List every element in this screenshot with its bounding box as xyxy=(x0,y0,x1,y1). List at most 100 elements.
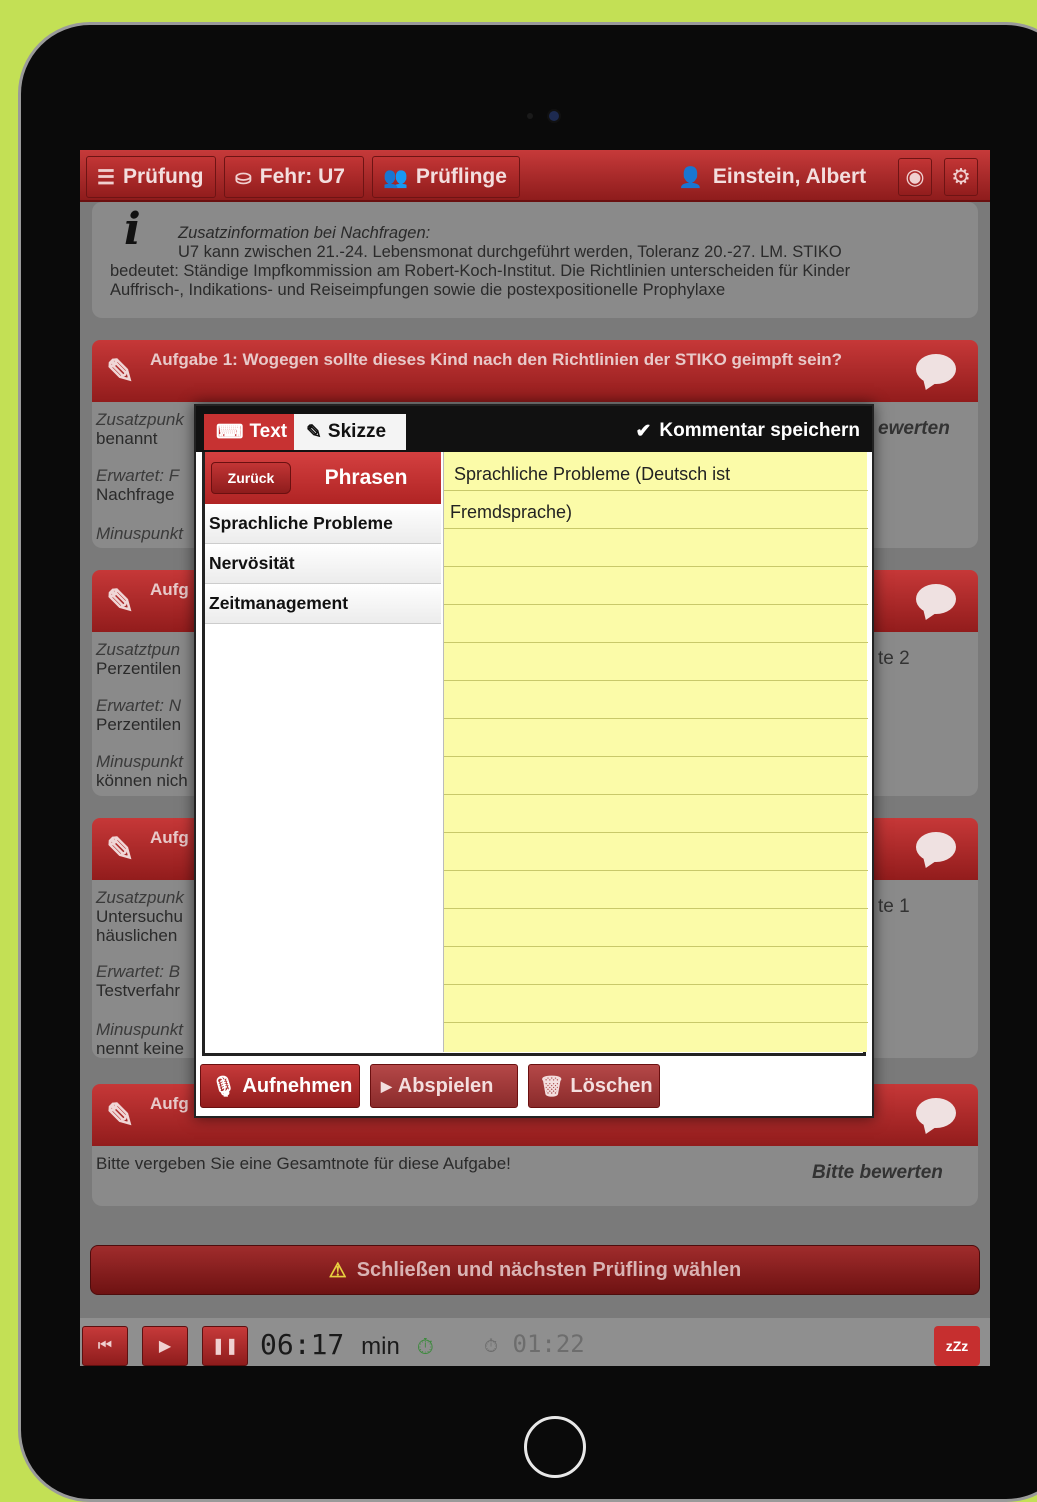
task-erwartet: Erwartet: N Perzentilen xyxy=(96,696,182,734)
phrases-list: Sprachliche Probleme Nervösität Zeitmana… xyxy=(205,504,441,624)
note-text: Sprachliche Probleme (Deutsch ist xyxy=(454,464,731,484)
user-icon: 👤 xyxy=(678,166,703,189)
comment-bubble-icon[interactable] xyxy=(916,354,956,384)
student-desk-icon: ⛀ xyxy=(235,166,252,189)
pen-icon: ✎ xyxy=(106,831,135,869)
delete-button[interactable]: 🗑 Löschen xyxy=(528,1064,660,1108)
notepad-line xyxy=(444,1022,868,1023)
task-minus: Minuspunkt können nich xyxy=(96,752,188,790)
notepad-line xyxy=(444,528,868,529)
notepad-line xyxy=(444,490,868,491)
tab-text[interactable]: ⌨ Text xyxy=(204,414,294,450)
user-name: Einstein, Albert xyxy=(712,165,867,188)
sleep-icon[interactable]: zZz xyxy=(934,1326,980,1366)
task-erwartet: Erwartet: B Testverfahr xyxy=(96,962,181,1000)
nav-fehr-button[interactable]: ⛀ Fehr: U7 xyxy=(224,156,364,198)
users-icon: 👥 xyxy=(383,166,408,189)
task-zusatz: Zusatzpunk Untersuchu häuslichen xyxy=(96,888,184,945)
task-rating[interactable]: ewerten xyxy=(878,418,950,440)
info-heading: Zusatzinformation bei Nachfragen: xyxy=(178,224,431,242)
comment-notepad[interactable]: Sprachliche Probleme (Deutsch ist Fremds… xyxy=(443,452,868,1052)
timer-bar: ⏮ ▶ ❚❚ 06:17 min ⏱ ⏱ 01:22 zZz xyxy=(80,1318,990,1366)
comment-modal: ⌨ Text ✎ Skizze ✔ Kommentar speichern Zu… xyxy=(194,404,874,1118)
pen-icon: ✎ xyxy=(106,353,135,391)
nav-pruefling-button[interactable]: 👥 Prüflinge xyxy=(372,156,520,198)
warning-icon: ⚠ xyxy=(328,1259,347,1282)
notepad-line xyxy=(444,984,868,985)
tab-text-label: Text xyxy=(249,421,288,442)
task-minus: Minuspunkt xyxy=(96,524,183,543)
record-label: Aufnehmen xyxy=(242,1074,353,1097)
pen-icon: ✎ xyxy=(106,1097,135,1135)
play-button[interactable]: ▶ Abspielen xyxy=(370,1064,518,1108)
microphone-icon: 🎙 xyxy=(211,1075,237,1098)
task-rating[interactable]: te 1 xyxy=(878,896,910,918)
sensor xyxy=(527,113,533,119)
back-button[interactable]: Zurück xyxy=(211,462,291,494)
comment-bubble-icon[interactable] xyxy=(916,1098,956,1128)
nav-pruefling-label: Prüflinge xyxy=(415,165,507,188)
notepad-line xyxy=(444,946,868,947)
home-button[interactable] xyxy=(524,1416,586,1478)
save-comment-button[interactable]: ✔ Kommentar speichern xyxy=(635,414,860,448)
task-zusatz: Zusatztpun Perzentilen xyxy=(96,640,182,678)
task-rating[interactable]: te 2 xyxy=(878,648,910,670)
notepad-line xyxy=(444,718,868,719)
notepad-line xyxy=(444,870,868,871)
gear-icon[interactable]: ⚙ xyxy=(944,158,978,196)
play-icon: ▶ xyxy=(381,1077,392,1094)
nav-pruefung-button[interactable]: ☰ Prüfung xyxy=(86,156,216,198)
phrases-header: Zurück Phrasen xyxy=(205,452,441,504)
task-title: Aufgabe 1: Wogegen sollte dieses Kind na… xyxy=(150,350,843,369)
tab-skizze-label: Skizze xyxy=(327,421,387,442)
modal-header: ⌨ Text ✎ Skizze ✔ Kommentar speichern xyxy=(196,406,872,452)
task-erwartet: Erwartet: F Nachfrage xyxy=(96,466,180,504)
secondary-timer: ⏱ 01:22 xyxy=(484,1330,585,1358)
menu-icon: ☰ xyxy=(97,166,115,189)
timer-display: 06:17 min ⏱ xyxy=(260,1328,434,1361)
play-label: Abspielen xyxy=(397,1074,494,1097)
notepad-line xyxy=(444,642,868,643)
nav-fehr-label: Fehr: U7 xyxy=(259,165,345,188)
modal-footer: 🎙 Aufnehmen ▶ Abspielen 🗑 Löschen xyxy=(196,1056,872,1116)
comment-bubble-icon[interactable] xyxy=(916,584,956,614)
save-comment-label: Kommentar speichern xyxy=(659,420,860,441)
checkmark-icon: ✔ xyxy=(635,420,652,442)
info-line: U7 kann zwischen 21.-24. Lebensmonat dur… xyxy=(178,243,842,261)
pause-icon[interactable]: ❚❚ xyxy=(202,1326,248,1366)
task-header[interactable]: ✎ Aufgabe 1: Wogegen sollte dieses Kind … xyxy=(92,340,978,402)
timer-unit: min xyxy=(361,1333,400,1360)
comment-bubble-icon[interactable] xyxy=(916,832,956,862)
tab-skizze[interactable]: ✎ Skizze xyxy=(294,414,406,450)
rewind-icon[interactable]: ⏮ xyxy=(82,1326,128,1366)
keyboard-icon: ⌨ xyxy=(216,421,244,443)
phrase-item[interactable]: Zeitmanagement xyxy=(205,584,441,624)
pencil-icon: ✎ xyxy=(306,421,322,443)
user-button[interactable]: 👤 Einstein, Albert xyxy=(678,156,866,198)
phrase-item[interactable]: Nervösität xyxy=(205,544,441,584)
info-line: bedeutet: Ständige Impfkommission am Rob… xyxy=(110,262,851,280)
task-rating[interactable]: Bitte bewerten xyxy=(812,1162,943,1184)
phrase-item[interactable]: Sprachliche Probleme xyxy=(205,504,441,544)
modal-content: Zurück Phrasen Sprachliche Probleme Nerv… xyxy=(202,452,868,1056)
task-instruction: Bitte vergeben Sie eine Gesamtnote für d… xyxy=(96,1154,511,1173)
notepad-line xyxy=(444,756,868,757)
play-icon[interactable]: ▶ xyxy=(142,1326,188,1366)
note-text: Fremdsprache) xyxy=(450,502,573,522)
phrases-title: Phrasen xyxy=(324,466,408,489)
stopwatch-icon: ⏱ xyxy=(416,1335,434,1360)
nav-pruefung-label: Prüfung xyxy=(122,165,204,188)
notepad-line xyxy=(444,680,868,681)
clock-icon: ⏱ xyxy=(484,1336,499,1357)
timer-value: 06:17 xyxy=(260,1328,345,1361)
notepad-line xyxy=(444,832,868,833)
info-line: Auffrisch-, Indikations- und Reiseimpfun… xyxy=(110,281,726,299)
task-zusatz: Zusatzpunk benannt xyxy=(96,410,184,448)
record-button[interactable]: 🎙 Aufnehmen xyxy=(200,1064,360,1108)
broadcast-icon[interactable]: ◉ xyxy=(898,158,932,196)
close-next-button[interactable]: ⚠ Schließen und nächsten Prüfling wählen xyxy=(90,1245,980,1295)
top-navbar: ☰ Prüfung ⛀ Fehr: U7 👥 Prüflinge 👤 Einst… xyxy=(80,150,990,202)
notepad-line xyxy=(444,794,868,795)
close-next-label: Schließen und nächsten Prüfling wählen xyxy=(356,1258,742,1281)
pen-icon: ✎ xyxy=(106,583,135,621)
